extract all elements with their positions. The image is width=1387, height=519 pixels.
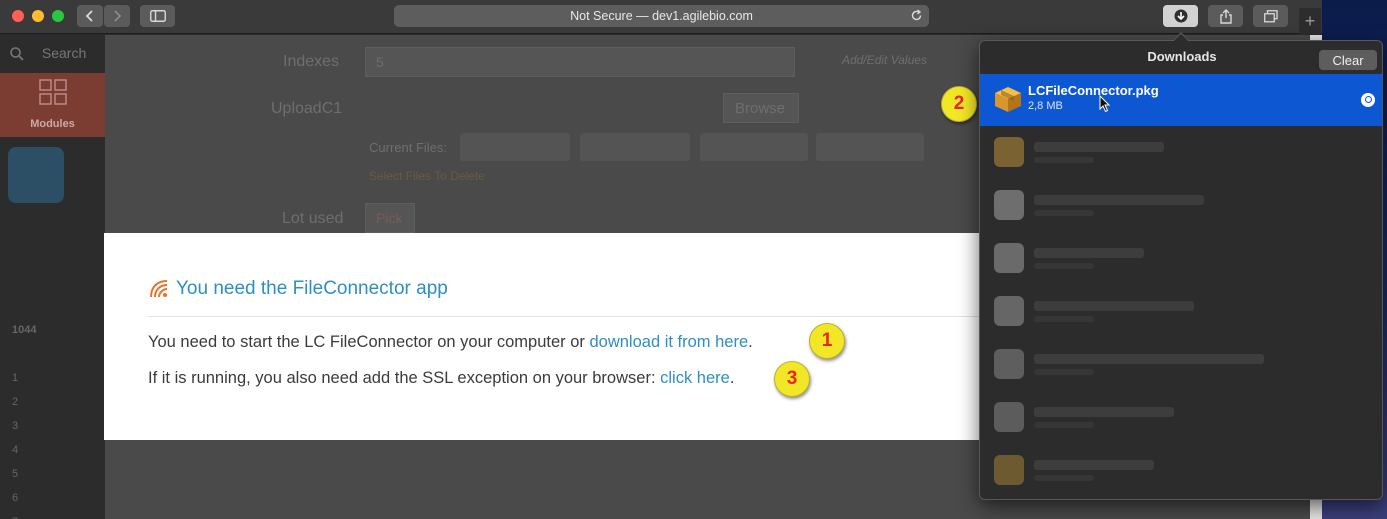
address-bar[interactable]: Not Secure — dev1.agilebio.com bbox=[394, 5, 929, 27]
download-instruction-text: You need to start the LC FileConnector o… bbox=[148, 333, 590, 351]
download-item-selected[interactable]: LCFileConnector.pkg 2,8 MB bbox=[980, 74, 1382, 126]
browser-toolbar: Not Secure — dev1.agilebio.com + bbox=[0, 0, 1387, 34]
sidebar-icon bbox=[149, 10, 166, 22]
download-item-blurred[interactable] bbox=[988, 235, 1378, 281]
modules-nav-item[interactable]: Modules bbox=[0, 73, 105, 137]
dialog-title-text: You need the FileConnector app bbox=[176, 278, 448, 299]
row-id: 3 bbox=[12, 420, 19, 432]
download-item-blurred[interactable] bbox=[988, 394, 1378, 440]
download-icon bbox=[1174, 9, 1187, 23]
package-icon bbox=[995, 87, 1021, 112]
row-id: 5 bbox=[12, 468, 19, 480]
file-icon bbox=[994, 243, 1024, 273]
pick-button[interactable]: Pick bbox=[365, 203, 415, 233]
edit-values-link[interactable]: Add/Edit Values bbox=[842, 53, 927, 67]
mouse-cursor-icon bbox=[1099, 95, 1111, 113]
download-line-period: . bbox=[748, 333, 753, 351]
lot-used-label: Lot used bbox=[282, 210, 344, 227]
forward-button[interactable] bbox=[104, 5, 130, 27]
downloads-popover: Downloads Clear LCFileConnector.pkg 2,8 … bbox=[979, 40, 1383, 500]
sidebar-toggle-button[interactable] bbox=[140, 5, 175, 27]
back-button[interactable] bbox=[77, 5, 103, 27]
app-sidebar: Search Modules 1044 1 2 3 4 5 6 7 bbox=[0, 35, 105, 519]
file-chip[interactable] bbox=[816, 133, 924, 161]
popover-arrow-fill bbox=[1173, 34, 1189, 42]
file-chip[interactable] bbox=[460, 133, 570, 161]
share-button[interactable] bbox=[1208, 5, 1243, 27]
indexes-label: Indexes bbox=[283, 53, 340, 70]
close-window-button[interactable] bbox=[12, 10, 24, 22]
row-id: 4 bbox=[12, 444, 19, 456]
new-tab-button[interactable]: + bbox=[1299, 8, 1321, 34]
file-icon bbox=[994, 137, 1024, 167]
download-item-blurred[interactable] bbox=[988, 447, 1378, 493]
zoom-window-button[interactable] bbox=[52, 10, 64, 22]
download-filename: LCFileConnector.pkg bbox=[1028, 83, 1159, 98]
ssl-instruction-text: If it is running, you also need add the … bbox=[148, 369, 661, 387]
fileconnector-logo-icon bbox=[150, 280, 168, 298]
download-item-blurred[interactable] bbox=[988, 182, 1378, 228]
row-id: 1 bbox=[12, 372, 19, 384]
chevron-left-icon bbox=[85, 10, 93, 22]
step-badge-3: 3 bbox=[774, 361, 810, 397]
background-row-list: 1044 1 2 3 4 5 6 7 bbox=[12, 318, 36, 519]
file-chip[interactable] bbox=[580, 133, 690, 161]
dialog-title: You need the FileConnector app bbox=[148, 278, 448, 300]
browse-label: Browse bbox=[735, 100, 786, 117]
current-files-label: Current Files: bbox=[369, 140, 448, 155]
downloads-button[interactable] bbox=[1163, 5, 1198, 27]
download-link[interactable]: download it from here bbox=[589, 333, 748, 351]
tab-overview-button[interactable] bbox=[1253, 5, 1288, 27]
dialog-divider bbox=[148, 316, 984, 317]
file-chip[interactable] bbox=[700, 133, 808, 161]
file-icon bbox=[994, 349, 1024, 379]
share-icon bbox=[1219, 8, 1232, 24]
file-icon bbox=[994, 296, 1024, 326]
clear-downloads-button[interactable]: Clear bbox=[1319, 50, 1377, 70]
show-in-finder-icon[interactable] bbox=[1361, 93, 1375, 107]
pick-label: Pick bbox=[376, 210, 403, 226]
file-icon bbox=[994, 402, 1024, 432]
download-filesize: 2,8 MB bbox=[1028, 100, 1063, 112]
sidebar-search-placeholder: Search bbox=[41, 45, 87, 61]
grid-icon bbox=[39, 79, 67, 105]
app-logo bbox=[8, 147, 64, 203]
modules-label: Modules bbox=[30, 118, 75, 130]
row-id: 2 bbox=[12, 396, 19, 408]
reload-icon[interactable] bbox=[910, 9, 923, 25]
step-badge-1: 1 bbox=[809, 323, 845, 359]
search-icon bbox=[10, 47, 24, 61]
upload-label: UploadC1 bbox=[271, 100, 343, 117]
row-id: 7 bbox=[12, 510, 36, 519]
indexes-input[interactable]: 5 bbox=[365, 47, 795, 77]
dialog-line-download: You need to start the LC FileConnector o… bbox=[148, 333, 753, 352]
download-item-blurred[interactable] bbox=[988, 288, 1378, 334]
record-count: 1044 bbox=[12, 324, 37, 336]
download-item-blurred[interactable] bbox=[988, 129, 1378, 175]
ssl-line-period: . bbox=[729, 369, 735, 387]
tabs-icon bbox=[1263, 9, 1278, 22]
select-files-link[interactable]: Select Files To Delete bbox=[369, 169, 485, 183]
file-icon bbox=[994, 190, 1024, 220]
minimize-window-button[interactable] bbox=[32, 10, 44, 22]
sidebar-search[interactable]: Search bbox=[10, 45, 86, 61]
file-icon bbox=[994, 455, 1024, 485]
download-item-blurred[interactable] bbox=[988, 341, 1378, 387]
fileconnector-dialog: You need the FileConnector app You need … bbox=[104, 233, 984, 440]
browse-button[interactable]: Browse bbox=[723, 93, 799, 123]
dialog-line-ssl: If it is running, you also need add the … bbox=[148, 369, 734, 388]
indexes-value: 5 bbox=[376, 54, 384, 70]
ssl-exception-link[interactable]: click here bbox=[660, 369, 730, 387]
step-badge-2: 2 bbox=[941, 86, 977, 122]
chevron-right-icon bbox=[114, 10, 122, 22]
row-id: 6 bbox=[12, 492, 19, 504]
address-text: Not Secure — dev1.agilebio.com bbox=[570, 9, 753, 23]
